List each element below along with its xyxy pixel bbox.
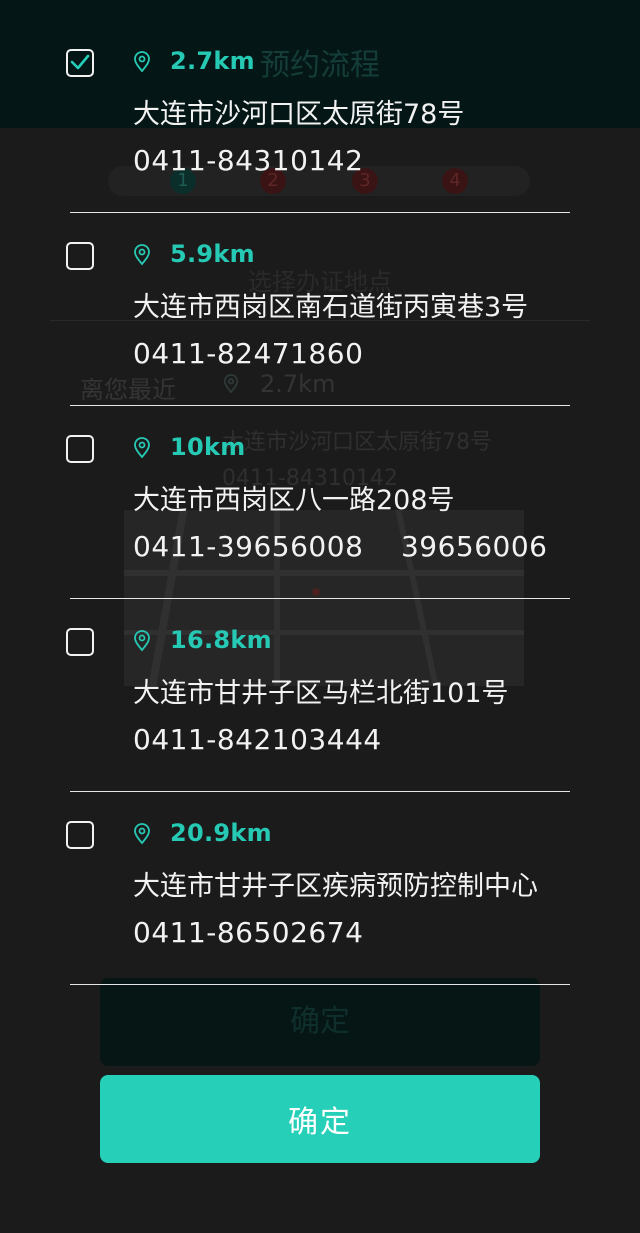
map-pin-icon [134,823,150,845]
map-pin-icon [134,630,150,652]
location-phone: 0411-82471860 [133,337,364,370]
location-phone: 0411-86502674 [133,916,364,949]
location-address: 大连市西岗区南石道街丙寅巷3号 [133,292,529,323]
bg-confirm-button: 确定 [100,978,540,1066]
map-pin-icon [134,437,150,459]
location-address: 大连市西岗区八一路208号 [133,485,455,516]
map-pin-icon [134,51,150,73]
location-checkbox[interactable] [66,435,94,463]
location-checkbox[interactable] [66,628,94,656]
location-phone: 0411-39656008 39656006 [133,530,548,563]
location-item[interactable]: 20.9km 大连市甘井子区疾病预防控制中心 0411-86502674 [0,772,640,985]
location-item[interactable]: 2.7km 大连市沙河口区太原街78号 0411-84310142 [0,0,640,213]
location-item[interactable]: 16.8km 大连市甘井子区马栏北街101号 0411-842103444 [0,579,640,792]
location-checkbox[interactable] [66,49,94,77]
location-phone: 0411-84310142 [133,144,364,177]
location-phone: 0411-842103444 [133,723,382,756]
location-item[interactable]: 10km 大连市西岗区八一路208号 0411-39656008 3965600… [0,386,640,599]
location-item[interactable]: 5.9km 大连市西岗区南石道街丙寅巷3号 0411-82471860 [0,193,640,406]
map-pin-icon [134,244,150,266]
checkmark-icon [70,54,90,70]
location-address: 大连市沙河口区太原街78号 [133,99,465,130]
location-address: 大连市甘井子区疾病预防控制中心 [133,871,538,902]
location-distance: 16.8km [170,626,272,654]
location-checkbox[interactable] [66,242,94,270]
location-distance: 5.9km [170,240,255,268]
item-divider [70,984,570,985]
location-distance: 2.7km [170,47,255,75]
location-distance: 20.9km [170,819,272,847]
location-address: 大连市甘井子区马栏北街101号 [133,678,509,709]
confirm-button[interactable]: 确定 [100,1075,540,1163]
location-checkbox[interactable] [66,821,94,849]
location-distance: 10km [170,433,246,461]
